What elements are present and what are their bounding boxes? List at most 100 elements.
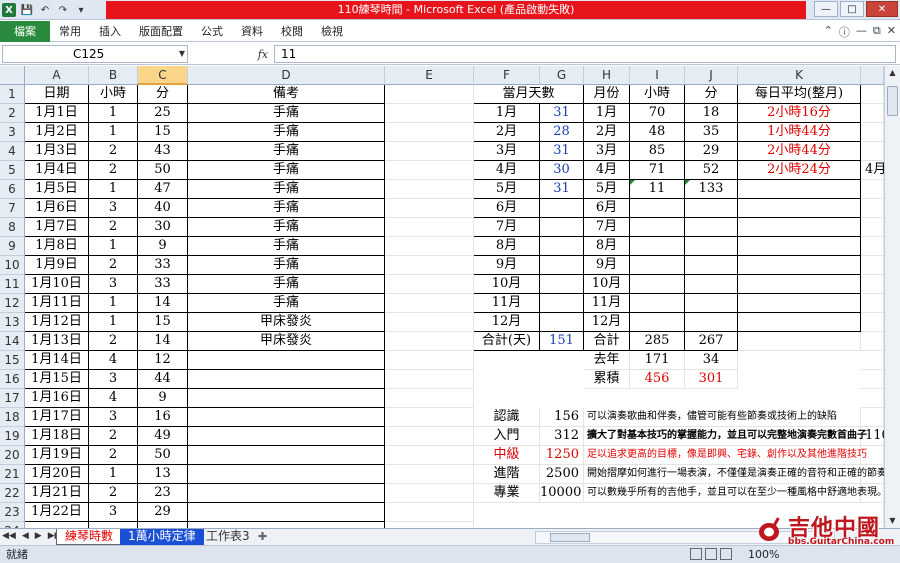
cell[interactable] (385, 465, 474, 484)
ribbon-tab[interactable]: 版面配置 (130, 21, 192, 42)
level-name[interactable]: 認識 (474, 408, 540, 427)
save-icon[interactable]: 💾 (20, 3, 34, 17)
date-cell[interactable]: 1月9日 (25, 256, 89, 275)
monthly-cell[interactable] (685, 218, 738, 237)
table-cell[interactable]: 2 (89, 484, 138, 503)
cell[interactable] (861, 218, 884, 237)
column-header[interactable]: H (584, 66, 630, 85)
level-description[interactable]: 足以追求更高的目標，像是即興、宅錄、創作以及其他進階技巧 (584, 446, 867, 465)
prev-sheet-icon[interactable]: ◀ (22, 531, 29, 541)
cell[interactable] (861, 85, 884, 104)
monthly-cell[interactable]: 133 (685, 180, 738, 199)
cell[interactable] (385, 484, 474, 503)
row-header[interactable]: 2 (0, 104, 25, 123)
month-cell[interactable]: 1月 (474, 104, 540, 123)
last-year-label[interactable]: 去年 (584, 351, 630, 370)
cell[interactable] (385, 123, 474, 142)
month-cell[interactable]: 5月 (474, 180, 540, 199)
cell[interactable] (861, 294, 884, 313)
cumulative-minutes[interactable]: 301 (685, 370, 738, 389)
table-cell[interactable] (188, 484, 385, 503)
ribbon-tab[interactable]: 插入 (90, 21, 130, 42)
date-cell[interactable]: 1月20日 (25, 465, 89, 484)
level-name[interactable]: 入門 (474, 427, 540, 446)
cell[interactable] (861, 123, 884, 142)
monthly-cell[interactable]: 18 (685, 104, 738, 123)
sheet-tab-practice[interactable]: 練琴時數 (56, 529, 123, 545)
maximize-icon[interactable]: □ (840, 1, 864, 17)
column-header[interactable]: I (630, 66, 685, 85)
cell[interactable] (861, 275, 884, 294)
page-break-icon[interactable] (720, 548, 732, 560)
ribbon-tab[interactable]: 校閱 (272, 21, 312, 42)
column-header[interactable]: D (188, 66, 385, 85)
cumulative-hours[interactable]: 456 (630, 370, 685, 389)
table-cell[interactable] (188, 370, 385, 389)
table-header[interactable]: 日期 (25, 85, 89, 104)
worksheet-grid[interactable]: A B C D E F G H I J K 1 2 3 4 5 6 7 8 9 10 11 12 13 14 15 16 17 18 19… (0, 66, 884, 528)
days-cell[interactable]: 31 (540, 180, 584, 199)
table-cell[interactable]: 1 (89, 123, 138, 142)
column-header[interactable]: A (25, 66, 89, 85)
undo-icon[interactable]: ↶ (38, 3, 52, 17)
row-header[interactable]: 23 (0, 503, 25, 522)
date-cell[interactable]: 1月19日 (25, 446, 89, 465)
table-cell[interactable]: 手痛 (188, 294, 385, 313)
date-cell[interactable]: 1月15日 (25, 370, 89, 389)
cell[interactable] (861, 408, 884, 427)
monthly-header[interactable]: 小時 (630, 85, 685, 104)
table-cell[interactable]: 13 (138, 465, 188, 484)
monthly-cell[interactable] (630, 256, 685, 275)
formula-input[interactable]: 11 (274, 45, 896, 63)
level-name[interactable]: 中級 (474, 446, 540, 465)
column-header[interactable]: F (474, 66, 540, 85)
row-header[interactable]: 21 (0, 465, 25, 484)
date-cell[interactable]: 1月7日 (25, 218, 89, 237)
monthly-cell[interactable]: 4月 (584, 161, 630, 180)
monthly-cell[interactable] (685, 313, 738, 332)
chevron-down-icon[interactable]: ▼ (179, 46, 185, 62)
row-header[interactable]: 20 (0, 446, 25, 465)
table-cell[interactable]: 14 (138, 332, 188, 351)
monthly-cell[interactable]: 8月 (584, 237, 630, 256)
level-hours[interactable]: 10000 (540, 484, 584, 503)
level-hours[interactable]: 312 (540, 427, 584, 446)
file-tab[interactable]: 檔案 (0, 21, 50, 42)
daily-average-cell[interactable] (738, 237, 861, 256)
table-cell[interactable]: 2 (89, 218, 138, 237)
name-box[interactable]: C125 ▼ (2, 45, 188, 63)
table-cell[interactable]: 2 (89, 142, 138, 161)
month-cell[interactable]: 3月 (474, 142, 540, 161)
cell[interactable] (385, 503, 474, 522)
date-cell[interactable]: 1月4日 (25, 161, 89, 180)
table-cell[interactable]: 手痛 (188, 142, 385, 161)
monthly-header[interactable]: 分 (685, 85, 738, 104)
select-all-corner[interactable] (0, 66, 25, 85)
date-cell[interactable]: 1月16日 (25, 389, 89, 408)
days-cell[interactable] (540, 256, 584, 275)
table-cell[interactable] (188, 389, 385, 408)
monthly-cell[interactable]: 52 (685, 161, 738, 180)
monthly-cell[interactable]: 35 (685, 123, 738, 142)
table-cell[interactable]: 12 (138, 351, 188, 370)
cell[interactable] (385, 446, 474, 465)
monthly-cell[interactable] (630, 275, 685, 294)
level-hours[interactable]: 2500 (540, 465, 584, 484)
table-cell[interactable]: 14 (138, 294, 188, 313)
table-cell[interactable]: 50 (138, 446, 188, 465)
monthly-cell[interactable]: 29 (685, 142, 738, 161)
daily-average-cell[interactable]: 2小時16分 (738, 104, 861, 123)
row-header[interactable]: 7 (0, 199, 25, 218)
close-icon[interactable]: ✕ (866, 1, 898, 17)
monthly-total-label[interactable]: 合計 (584, 332, 630, 351)
cell[interactable] (385, 294, 474, 313)
level-hours[interactable]: 156 (540, 408, 584, 427)
table-cell[interactable] (188, 427, 385, 446)
table-cell[interactable]: 23 (138, 484, 188, 503)
table-cell[interactable]: 手痛 (188, 104, 385, 123)
row-header[interactable]: 19 (0, 427, 25, 446)
row-header[interactable]: 9 (0, 237, 25, 256)
horizontal-scrollbar[interactable] (535, 531, 835, 544)
table-cell[interactable]: 33 (138, 256, 188, 275)
table-cell[interactable]: 手痛 (188, 218, 385, 237)
